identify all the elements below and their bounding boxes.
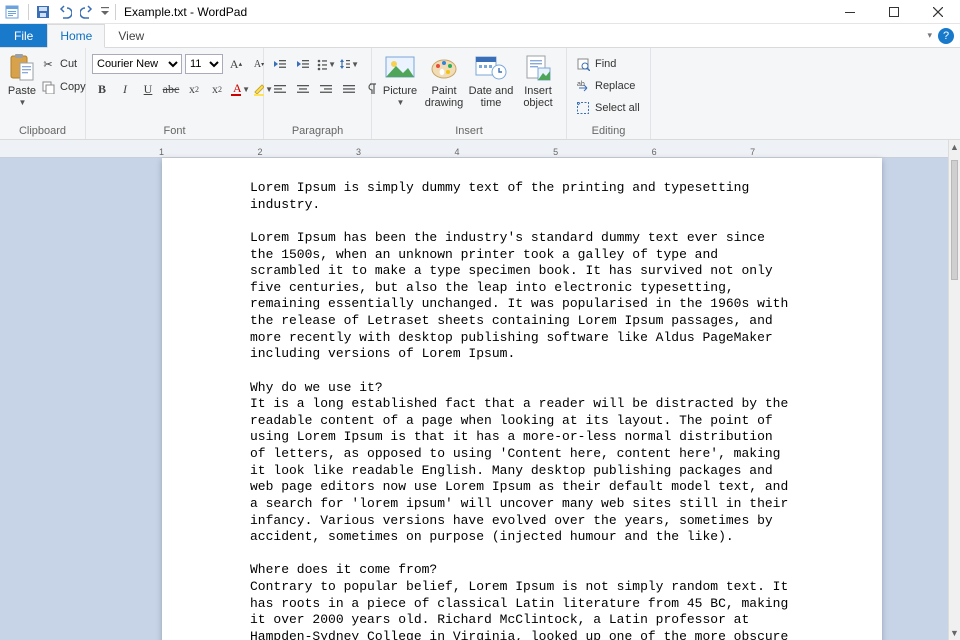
superscript-button[interactable]: x2 — [207, 79, 227, 99]
editing-group-label: Editing — [573, 124, 644, 139]
paste-label: Paste — [8, 85, 36, 97]
find-label: Find — [595, 58, 616, 70]
copy-icon — [40, 79, 56, 95]
increase-indent-button[interactable] — [293, 54, 313, 74]
paste-icon — [6, 52, 38, 84]
replace-icon: ab — [575, 78, 591, 94]
subscript-button[interactable]: x2 — [184, 79, 204, 99]
window-title: Example.txt - WordPad — [124, 5, 247, 19]
chevron-down-icon: ▼ — [397, 98, 405, 107]
document-text[interactable]: Lorem Ipsum is simply dummy text of the … — [250, 180, 794, 640]
strikethrough-button[interactable]: abc — [161, 79, 181, 99]
maximize-button[interactable] — [872, 0, 916, 24]
grow-font-button[interactable]: A▴ — [226, 54, 246, 74]
qat-customize-button[interactable] — [99, 2, 111, 22]
replace-button[interactable]: ab Replace — [573, 76, 642, 96]
copy-button[interactable]: Copy — [38, 77, 88, 97]
file-tab[interactable]: File — [0, 24, 47, 47]
align-center-button[interactable] — [293, 79, 313, 99]
find-icon — [575, 56, 591, 72]
save-button[interactable] — [33, 2, 53, 22]
scroll-thumb[interactable] — [951, 160, 958, 280]
select-all-icon — [575, 100, 591, 116]
separator — [28, 4, 29, 20]
date-time-button[interactable]: Date and time — [466, 50, 516, 109]
font-color-button[interactable]: A▼ — [230, 79, 250, 99]
home-tab[interactable]: Home — [47, 24, 105, 48]
insert-object-icon — [522, 52, 554, 84]
title-bar: Example.txt - WordPad — [0, 0, 960, 24]
insert-object-label: Insert object — [523, 85, 552, 109]
paragraph-group: ▼ ▼ Paragraph — [264, 48, 372, 139]
font-family-select[interactable]: Courier New — [92, 54, 182, 74]
paragraph-group-label: Paragraph — [270, 124, 365, 139]
ribbon: Paste ▼ ✂ Cut Copy Clipboard Courier New … — [0, 48, 960, 140]
picture-button[interactable]: Picture ▼ — [378, 50, 422, 107]
italic-button[interactable]: I — [115, 79, 135, 99]
scroll-down-button[interactable]: ▼ — [949, 626, 960, 640]
bullets-button[interactable]: ▼ — [316, 54, 336, 74]
align-right-button[interactable] — [316, 79, 336, 99]
separator — [115, 4, 116, 20]
ribbon-minimize-button[interactable]: ▾ — [927, 30, 932, 41]
ribbon-tabstrip: File Home View ▾ ? — [0, 24, 960, 48]
undo-button[interactable] — [55, 2, 75, 22]
bold-button[interactable]: B — [92, 79, 112, 99]
replace-label: Replace — [595, 80, 635, 92]
help-button[interactable]: ? — [938, 28, 954, 44]
justify-button[interactable] — [339, 79, 359, 99]
insert-group-label: Insert — [378, 124, 560, 139]
picture-label: Picture — [383, 85, 417, 97]
scroll-up-button[interactable]: ▲ — [949, 140, 960, 154]
insert-group: Picture ▼ Paint drawing Date and time In… — [372, 48, 567, 139]
decrease-indent-button[interactable] — [270, 54, 290, 74]
app-icon — [4, 4, 20, 20]
datetime-label: Date and time — [469, 85, 514, 109]
select-all-button[interactable]: Select all — [573, 98, 642, 118]
document-area: 1 2 3 4 5 6 7 Lorem Ipsum is simply dumm… — [0, 140, 960, 640]
paste-button[interactable]: Paste ▼ — [6, 50, 38, 107]
cut-label: Cut — [60, 58, 77, 70]
editing-group: Find ab Replace Select all Editing — [567, 48, 651, 139]
svg-text:ab: ab — [577, 81, 585, 88]
view-tab[interactable]: View — [105, 24, 157, 47]
redo-button[interactable] — [77, 2, 97, 22]
copy-label: Copy — [60, 81, 86, 93]
horizontal-ruler[interactable]: 1 2 3 4 5 6 7 — [0, 140, 948, 158]
cut-button[interactable]: ✂ Cut — [38, 54, 88, 74]
underline-button[interactable]: U — [138, 79, 158, 99]
datetime-icon — [475, 52, 507, 84]
window-controls — [828, 0, 960, 24]
vertical-scrollbar[interactable]: ▲ ▼ — [948, 140, 960, 640]
quick-access-toolbar — [33, 2, 111, 22]
paint-drawing-button[interactable]: Paint drawing — [422, 50, 466, 109]
svg-text:A: A — [233, 81, 241, 95]
font-size-select[interactable]: 11 — [185, 54, 223, 74]
insert-object-button[interactable]: Insert object — [516, 50, 560, 109]
cut-icon: ✂ — [40, 56, 56, 72]
document-page[interactable]: Lorem Ipsum is simply dummy text of the … — [162, 158, 882, 640]
picture-icon — [384, 52, 416, 84]
font-group: Courier New 11 A▴ A▾ B I U abc x2 x2 A▼ … — [86, 48, 264, 139]
select-all-label: Select all — [595, 102, 640, 114]
align-left-button[interactable] — [270, 79, 290, 99]
paint-icon — [428, 52, 460, 84]
font-group-label: Font — [92, 124, 257, 139]
minimize-button[interactable] — [828, 0, 872, 24]
find-button[interactable]: Find — [573, 54, 642, 74]
clipboard-group-label: Clipboard — [6, 124, 79, 139]
line-spacing-button[interactable]: ▼ — [339, 54, 359, 74]
close-button[interactable] — [916, 0, 960, 24]
paint-label: Paint drawing — [425, 85, 464, 109]
clipboard-group: Paste ▼ ✂ Cut Copy Clipboard — [0, 48, 86, 139]
chevron-down-icon: ▼ — [19, 98, 27, 107]
